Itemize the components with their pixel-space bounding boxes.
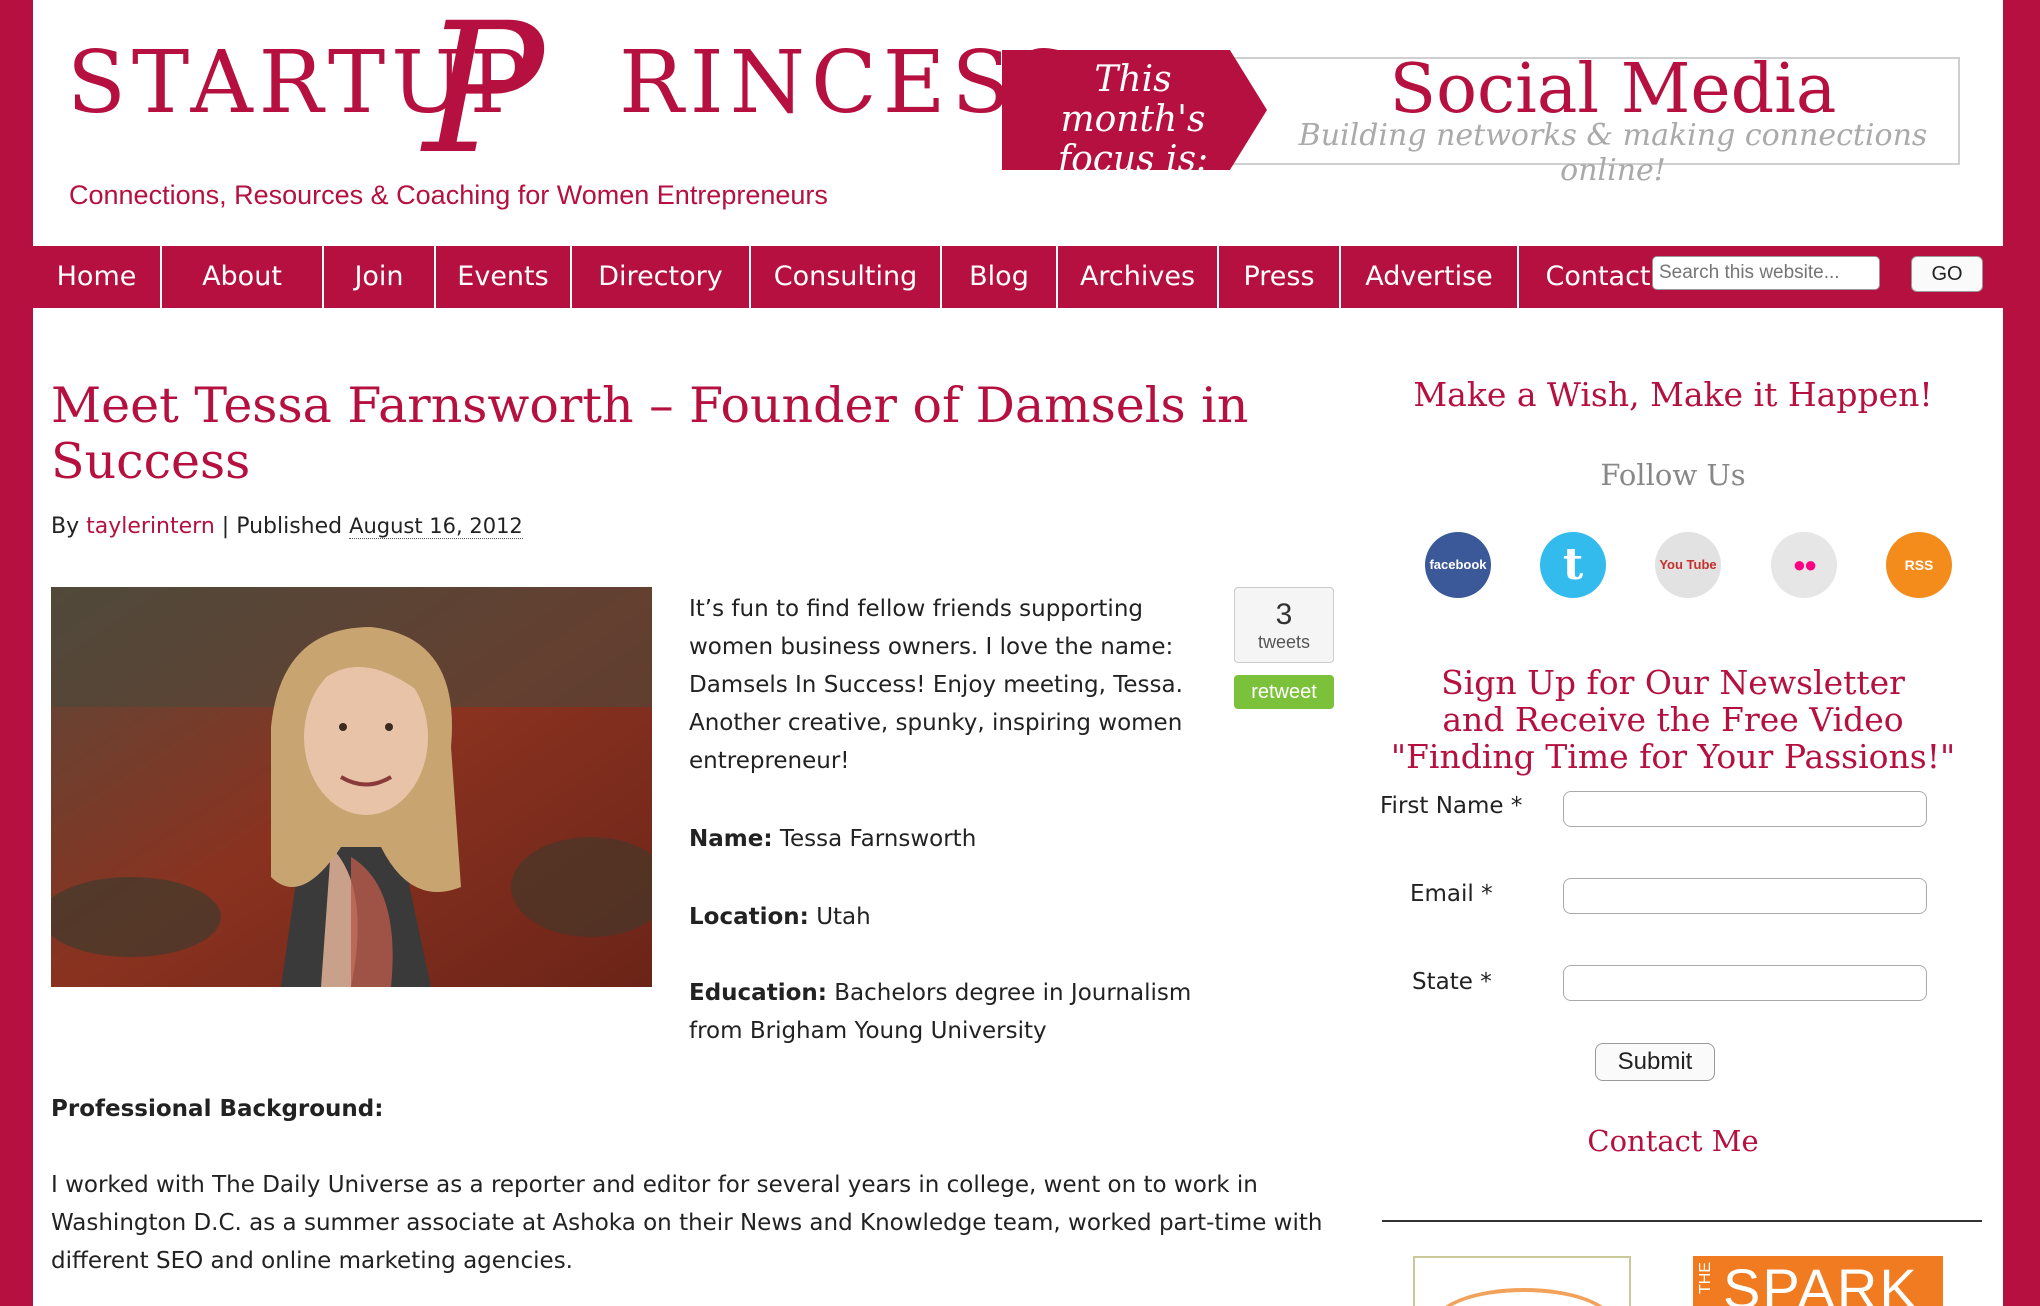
retweet-button[interactable]: retweet xyxy=(1234,675,1334,709)
site-tagline: Connections, Resources & Coaching for Wo… xyxy=(69,180,828,210)
first-name-label: First Name * xyxy=(1380,793,1523,819)
published-label: Published xyxy=(236,514,343,539)
email-label: Email * xyxy=(1410,881,1493,907)
nav-item-directory[interactable]: Directory xyxy=(572,246,751,308)
flickr-icon[interactable]: ●● xyxy=(1771,532,1837,598)
twitter-icon[interactable]: t xyxy=(1540,532,1606,598)
article-photo xyxy=(51,587,652,987)
state-field[interactable] xyxy=(1563,965,1927,1001)
wish-heading[interactable]: Make a Wish, Make it Happen! xyxy=(1373,375,1973,414)
article-title[interactable]: Meet Tessa Farnsworth – Founder of Damse… xyxy=(51,378,1251,490)
nav-item-archives[interactable]: Archives xyxy=(1058,246,1219,308)
logo-p[interactable]: P xyxy=(423,0,544,180)
focus-label: This month's focus is: xyxy=(1057,59,1209,180)
name-label: Name: xyxy=(689,826,773,852)
focus-topic: Social Media xyxy=(1389,50,1837,129)
facebook-icon[interactable]: facebook xyxy=(1425,532,1491,598)
tweet-counter[interactable]: 3 tweets xyxy=(1234,587,1334,663)
nav-item-events[interactable]: Events xyxy=(436,246,572,308)
location-label: Location: xyxy=(689,904,809,930)
byline-separator: | xyxy=(221,514,230,539)
education-field: Education: Bachelors degree in Journalis… xyxy=(689,974,1249,1050)
state-label: State * xyxy=(1412,969,1492,995)
nav-item-blog[interactable]: Blog xyxy=(942,246,1058,308)
publish-date: August 16, 2012 xyxy=(349,514,523,539)
name-value: Tessa Farnsworth xyxy=(779,826,977,852)
focus-subtitle: Building networks & making connections o… xyxy=(1298,118,1928,188)
search-input[interactable] xyxy=(1652,256,1880,290)
tweet-count: 3 xyxy=(1275,598,1293,631)
nav-item-join[interactable]: Join xyxy=(324,246,436,308)
by-label: By xyxy=(51,514,80,539)
youtube-icon[interactable]: You Tube xyxy=(1655,532,1721,598)
portrait-image xyxy=(51,587,652,987)
education-label: Education: xyxy=(689,980,827,1006)
location-value: Utah xyxy=(816,904,871,930)
submit-button[interactable]: Submit xyxy=(1595,1043,1715,1081)
page: STARTUP P RINCESS Connections, Resources… xyxy=(33,0,2003,1306)
tweet-count-label: tweets xyxy=(1257,632,1311,652)
byline: By taylerintern | Published August 16, 2… xyxy=(51,514,523,539)
sidebar-ad-spark[interactable]: THE SPARK xyxy=(1693,1256,1943,1306)
sidebar-divider xyxy=(1382,1220,1982,1222)
name-field: Name: Tessa Farnsworth xyxy=(689,820,1309,858)
first-name-field[interactable] xyxy=(1563,791,1927,827)
author-link[interactable]: taylerintern xyxy=(86,514,215,539)
search-go-button[interactable]: GO xyxy=(1911,256,1983,292)
nav-item-advertise[interactable]: Advertise xyxy=(1341,246,1519,308)
sidebar-ad-left[interactable] xyxy=(1413,1256,1631,1306)
ad-swirl-graphic xyxy=(1435,1288,1613,1306)
spark-ad-title: SPARK xyxy=(1723,1257,1919,1306)
nav-item-consulting[interactable]: Consulting xyxy=(751,246,942,308)
email-field[interactable] xyxy=(1563,878,1927,914)
nav-item-home[interactable]: Home xyxy=(33,246,162,308)
follow-heading: Follow Us xyxy=(1600,458,1746,492)
newsletter-heading: Sign Up for Our Newsletter and Receive t… xyxy=(1390,663,1956,776)
article-intro: It’s fun to find fellow friends supporti… xyxy=(689,596,1183,774)
contact-me-heading[interactable]: Contact Me xyxy=(1373,1124,1973,1158)
nav-item-about[interactable]: About xyxy=(162,246,324,308)
location-field: Location: Utah xyxy=(689,898,1309,936)
background-text: I worked with The Daily Universe as a re… xyxy=(51,1172,1323,1274)
nav-item-press[interactable]: Press xyxy=(1219,246,1341,308)
spark-ad-the: THE xyxy=(1697,1262,1714,1294)
background-heading: Professional Background: xyxy=(51,1096,384,1122)
rss-icon[interactable]: RSS xyxy=(1886,532,1952,598)
